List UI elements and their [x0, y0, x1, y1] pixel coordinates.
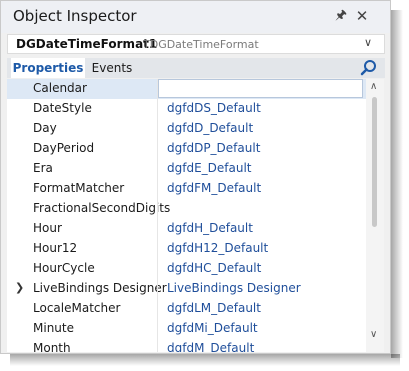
window-shadow-bottom [10, 354, 400, 366]
component-selector[interactable]: DGDateTimeFormat1 TDGDateTimeFormat ∨ [7, 34, 385, 54]
property-value[interactable]: dgfdMi_Default [167, 321, 258, 335]
chevron-right-icon[interactable]: ❯ [15, 281, 24, 294]
property-row-datestyle[interactable]: DateStyle dgfdDS_Default [7, 99, 366, 119]
property-name: FractionalSecondDigits [33, 201, 171, 215]
pin-icon[interactable]: 🖈 [332, 6, 350, 26]
property-row-calendar[interactable]: Calendar [7, 79, 366, 99]
property-name: Hour12 [33, 241, 78, 255]
property-row-dayperiod[interactable]: DayPeriod dgfdDP_Default [7, 139, 366, 159]
property-grid: Calendar DateStyle dgfdDS_Default Day dg… [7, 79, 366, 352]
component-type: TDGDateTimeFormat [143, 38, 259, 51]
window-shadow-right [391, 10, 403, 358]
property-value[interactable]: dgfdD_Default [167, 121, 253, 135]
property-name: LiveBindings Designer [33, 281, 167, 295]
property-row-hour[interactable]: Hour dgfdH_Default [7, 219, 366, 239]
property-name: FormatMatcher [33, 181, 125, 195]
property-row-formatmatcher[interactable]: FormatMatcher dgfdFM_Default [7, 179, 366, 199]
property-name: Calendar [33, 81, 87, 95]
scroll-thumb[interactable] [372, 97, 377, 227]
property-name: Era [33, 161, 53, 175]
property-name: Hour [33, 221, 62, 235]
property-name: DayPeriod [33, 141, 95, 155]
property-value-editor[interactable] [158, 79, 363, 98]
column-divider[interactable] [157, 79, 158, 352]
tab-properties[interactable]: Properties [11, 58, 85, 78]
close-icon[interactable]: ✕ [353, 6, 371, 26]
scroll-down-icon[interactable]: ∨ [370, 329, 377, 340]
property-row-day[interactable]: Day dgfdD_Default [7, 119, 366, 139]
property-name: Month [33, 341, 71, 352]
property-name: Day [33, 121, 57, 135]
property-row-era[interactable]: Era dgfdE_Default [7, 159, 366, 179]
object-inspector-window: Object Inspector 🖈 ✕ DGDateTimeFormat1 T… [0, 0, 391, 354]
property-row-hour12[interactable]: Hour12 dgfdH12_Default [7, 239, 366, 259]
property-value[interactable]: dgfdE_Default [167, 161, 252, 175]
property-name: DateStyle [33, 101, 92, 115]
tab-events[interactable]: Events [89, 58, 135, 78]
scroll-up-icon[interactable]: ∧ [370, 81, 377, 92]
search-icon[interactable] [359, 58, 379, 78]
property-name: HourCycle [33, 261, 95, 275]
property-value[interactable]: dgfdLM_Default [167, 301, 261, 315]
property-value[interactable]: LiveBindings Designer [167, 281, 301, 295]
property-value[interactable]: dgfdH_Default [167, 221, 253, 235]
property-row-month[interactable]: Month dgfdM_Default [7, 339, 366, 352]
component-name: DGDateTimeFormat1 [16, 37, 158, 51]
property-value[interactable]: dgfdDS_Default [167, 101, 261, 115]
chevron-down-icon[interactable]: ∨ [364, 36, 372, 49]
property-name: Minute [33, 321, 74, 335]
property-name: LocaleMatcher [33, 301, 121, 315]
title-bar[interactable]: Object Inspector 🖈 ✕ [1, 1, 390, 33]
inspector-tabs: Properties Events [7, 58, 385, 78]
property-value[interactable]: dgfdDP_Default [167, 141, 260, 155]
property-value[interactable]: dgfdHC_Default [167, 261, 261, 275]
property-row-hourcycle[interactable]: HourCycle dgfdHC_Default [7, 259, 366, 279]
property-value[interactable]: dgfdH12_Default [167, 241, 268, 255]
property-row-localematcher[interactable]: LocaleMatcher dgfdLM_Default [7, 299, 366, 319]
window-title: Object Inspector [13, 7, 137, 25]
property-value[interactable]: dgfdFM_Default [167, 181, 261, 195]
property-value[interactable]: dgfdM_Default [167, 341, 254, 352]
property-row-minute[interactable]: Minute dgfdMi_Default [7, 319, 366, 339]
property-row-livebindings-designer[interactable]: ❯ LiveBindings Designer LiveBindings Des… [7, 279, 366, 299]
property-row-fractionalseconddigits[interactable]: FractionalSecondDigits [7, 199, 366, 219]
vertical-scrollbar[interactable]: ∧ ∨ [366, 79, 384, 352]
